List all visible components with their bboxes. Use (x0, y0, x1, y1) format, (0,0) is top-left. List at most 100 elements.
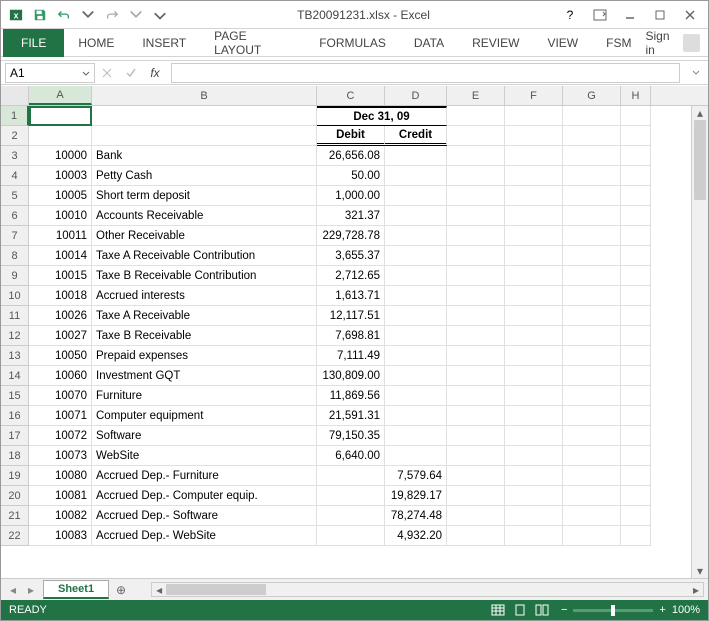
account-desc[interactable]: Computer equipment (92, 406, 317, 426)
zoom-in-icon[interactable]: + (659, 604, 665, 616)
cell-B2[interactable] (92, 126, 317, 146)
cell-empty[interactable] (447, 206, 505, 226)
credit-value[interactable] (385, 326, 447, 346)
formula-expand-icon[interactable] (684, 63, 708, 83)
cell-F2[interactable] (505, 126, 563, 146)
column-header-A[interactable]: A (29, 86, 92, 105)
cell-empty[interactable] (563, 186, 621, 206)
debit-value[interactable] (317, 486, 385, 506)
credit-value[interactable] (385, 346, 447, 366)
cell-empty[interactable] (505, 286, 563, 306)
credit-value[interactable] (385, 246, 447, 266)
page-layout-view-icon[interactable] (509, 602, 531, 618)
cell-empty[interactable] (505, 346, 563, 366)
debit-value[interactable]: 12,117.51 (317, 306, 385, 326)
horizontal-scrollbar[interactable]: ◂ ▸ (151, 582, 704, 597)
debit-value[interactable] (317, 506, 385, 526)
merged-date-header[interactable]: Dec 31, 09 (317, 106, 447, 126)
row-header-16[interactable]: 16 (1, 406, 29, 426)
scroll-right-icon[interactable]: ▸ (689, 583, 703, 596)
account-code[interactable]: 10082 (29, 506, 92, 526)
cell-empty[interactable] (563, 366, 621, 386)
cell-empty[interactable] (621, 446, 651, 466)
cell-empty[interactable] (621, 526, 651, 546)
account-desc[interactable]: Taxe A Receivable Contribution (92, 246, 317, 266)
cell-empty[interactable] (563, 246, 621, 266)
account-code[interactable]: 10005 (29, 186, 92, 206)
hscroll-thumb[interactable] (166, 584, 266, 595)
credit-value[interactable] (385, 386, 447, 406)
cell-empty[interactable] (621, 466, 651, 486)
namebox-dropdown-icon[interactable] (82, 66, 90, 80)
cell-empty[interactable] (563, 206, 621, 226)
credit-value[interactable] (385, 186, 447, 206)
cell-empty[interactable] (621, 266, 651, 286)
account-code[interactable]: 10060 (29, 366, 92, 386)
column-header-C[interactable]: C (317, 86, 385, 105)
cancel-formula-icon[interactable] (95, 63, 119, 83)
cell-empty[interactable] (621, 206, 651, 226)
tab-view[interactable]: VIEW (533, 29, 592, 57)
account-desc[interactable]: Investment GQT (92, 366, 317, 386)
tab-insert[interactable]: INSERT (128, 29, 200, 57)
cell-empty[interactable] (563, 306, 621, 326)
row-header-5[interactable]: 5 (1, 186, 29, 206)
row-header-13[interactable]: 13 (1, 346, 29, 366)
cell-empty[interactable] (505, 506, 563, 526)
credit-value[interactable] (385, 206, 447, 226)
account-desc[interactable]: Accrued interests (92, 286, 317, 306)
account-code[interactable]: 10050 (29, 346, 92, 366)
row-header-1[interactable]: 1 (1, 106, 29, 126)
scroll-up-icon[interactable]: ▴ (692, 106, 708, 120)
cell-empty[interactable] (447, 426, 505, 446)
cell-empty[interactable] (447, 146, 505, 166)
new-sheet-icon[interactable]: ⊕ (111, 580, 131, 600)
cell-empty[interactable] (563, 526, 621, 546)
cell-empty[interactable] (621, 146, 651, 166)
cell-empty[interactable] (563, 346, 621, 366)
undo-dropdown-icon[interactable] (77, 4, 99, 26)
debit-value[interactable]: 2,712.65 (317, 266, 385, 286)
cell-empty[interactable] (447, 306, 505, 326)
account-code[interactable]: 10083 (29, 526, 92, 546)
account-desc[interactable]: Petty Cash (92, 166, 317, 186)
cell-empty[interactable] (447, 406, 505, 426)
account-desc[interactable]: Taxe A Receivable (92, 306, 317, 326)
account-code[interactable]: 10018 (29, 286, 92, 306)
credit-value[interactable] (385, 426, 447, 446)
debit-value[interactable]: 321.37 (317, 206, 385, 226)
cell-empty[interactable] (563, 266, 621, 286)
scroll-left-icon[interactable]: ◂ (152, 583, 166, 596)
row-header-19[interactable]: 19 (1, 466, 29, 486)
cell-E2[interactable] (447, 126, 505, 146)
cell-empty[interactable] (563, 426, 621, 446)
redo-icon[interactable] (101, 4, 123, 26)
cell-empty[interactable] (621, 506, 651, 526)
account-code[interactable]: 10080 (29, 466, 92, 486)
credit-value[interactable] (385, 266, 447, 286)
account-code[interactable]: 10071 (29, 406, 92, 426)
cell-empty[interactable] (447, 246, 505, 266)
cell-empty[interactable] (447, 266, 505, 286)
cell-A2[interactable] (29, 126, 92, 146)
cell-empty[interactable] (447, 486, 505, 506)
scroll-down-icon[interactable]: ▾ (692, 564, 708, 578)
debit-value[interactable] (317, 466, 385, 486)
sign-in-link[interactable]: Sign in (645, 29, 708, 57)
cell-empty[interactable] (621, 486, 651, 506)
cell-empty[interactable] (505, 206, 563, 226)
save-icon[interactable] (29, 4, 51, 26)
cell-empty[interactable] (505, 526, 563, 546)
cell-empty[interactable] (621, 346, 651, 366)
cell-F1[interactable] (505, 106, 563, 126)
cell-empty[interactable] (447, 506, 505, 526)
vertical-scrollbar[interactable]: ▴ ▾ (691, 106, 708, 578)
debit-header[interactable]: Debit (317, 126, 385, 146)
cell-empty[interactable] (447, 346, 505, 366)
cell-empty[interactable] (447, 466, 505, 486)
cell-empty[interactable] (563, 326, 621, 346)
column-header-G[interactable]: G (563, 86, 621, 105)
tab-home[interactable]: HOME (64, 29, 128, 57)
cell-empty[interactable] (563, 146, 621, 166)
account-desc[interactable]: Accrued Dep.- Software (92, 506, 317, 526)
